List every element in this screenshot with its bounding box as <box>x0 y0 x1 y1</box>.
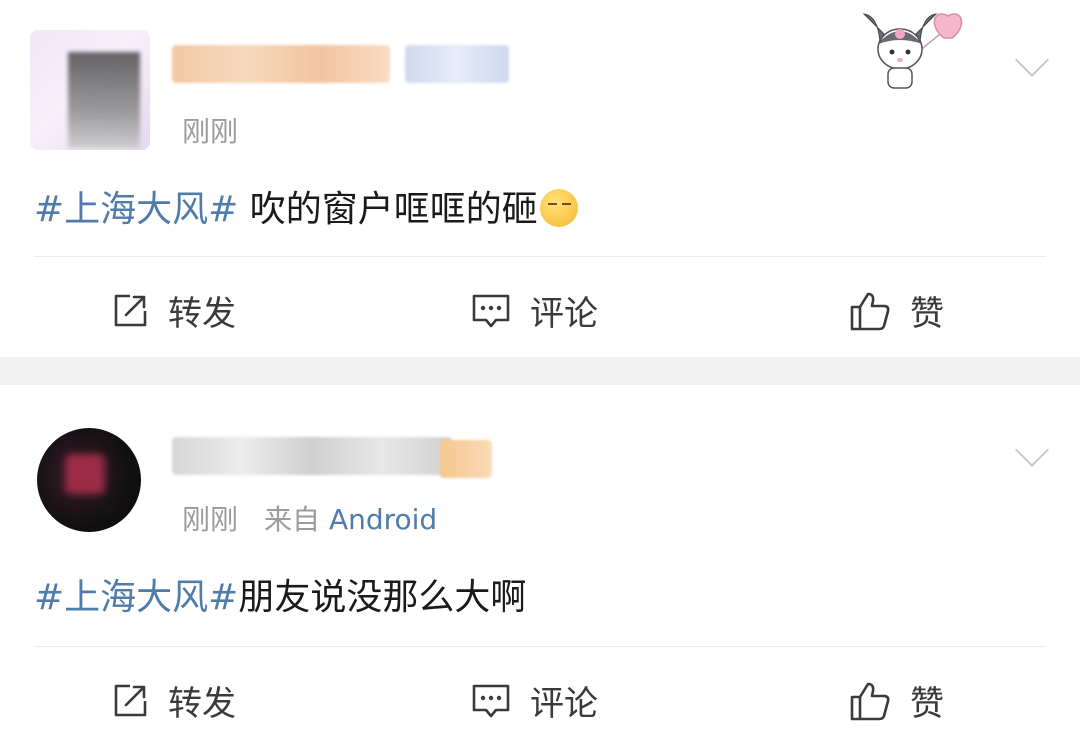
feed-separator <box>0 357 1080 385</box>
repost-button[interactable]: 转发 <box>110 676 236 725</box>
like-button[interactable]: 赞 <box>848 286 944 335</box>
username-blurred[interactable] <box>172 45 390 83</box>
post-meta: 刚刚 来自 Android <box>182 498 437 538</box>
comment-button[interactable]: 评论 <box>470 676 598 725</box>
repost-button[interactable]: 转发 <box>110 286 236 335</box>
comment-label: 评论 <box>530 294 598 334</box>
kuromi-sticker <box>862 13 963 89</box>
post-time: 刚刚 <box>182 503 239 536</box>
post-content: #上海大风#朋友说没那么大啊 <box>34 568 526 620</box>
post-text: 朋友说没那么大啊 <box>238 577 527 618</box>
user-badge-blurred <box>405 45 509 83</box>
post-text: 吹的窗户哐哐的砸 <box>238 189 538 230</box>
chevron-down-icon[interactable] <box>1015 43 1049 77</box>
source-app-link[interactable]: Android <box>329 503 437 536</box>
post-card: 刚刚 #上海大风# 吹的窗户哐哐的砸 转发 评论 赞 <box>0 0 1080 357</box>
comment-button[interactable]: 评论 <box>470 286 598 335</box>
repost-icon <box>114 294 147 326</box>
divider <box>34 256 1046 257</box>
comment-icon <box>472 294 510 327</box>
repost-icon <box>114 684 147 716</box>
like-label: 赞 <box>910 684 944 724</box>
repost-label: 转发 <box>168 294 236 334</box>
like-button[interactable]: 赞 <box>848 676 944 725</box>
post-content: #上海大风# 吹的窗户哐哐的砸 <box>34 180 578 232</box>
comment-label: 评论 <box>530 684 598 724</box>
hashtag-link[interactable]: #上海大风# <box>34 189 238 230</box>
hashtag-link[interactable]: #上海大风# <box>34 577 238 618</box>
post-meta: 刚刚 <box>182 110 238 150</box>
divider <box>34 646 1046 647</box>
like-icon <box>850 682 890 720</box>
smirk-emoji-icon <box>539 189 578 227</box>
like-label: 赞 <box>910 294 944 334</box>
username-blurred[interactable] <box>172 437 452 475</box>
source-prefix: 来自 <box>264 503 321 536</box>
avatar[interactable] <box>37 428 141 532</box>
post-time: 刚刚 <box>182 115 239 148</box>
repost-label: 转发 <box>168 684 236 724</box>
user-badge-blurred <box>440 440 492 478</box>
like-icon <box>850 292 890 330</box>
avatar[interactable] <box>30 30 150 150</box>
comment-icon <box>472 684 510 717</box>
